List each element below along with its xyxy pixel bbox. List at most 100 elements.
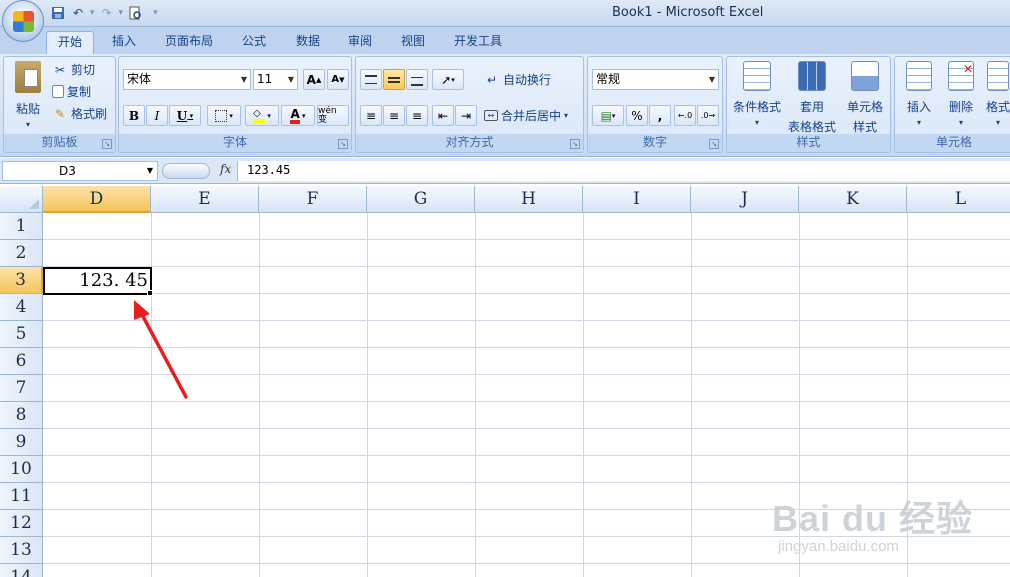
shrink-font-button[interactable]: A ▼ bbox=[327, 69, 349, 90]
increase-decimal-button[interactable]: ←.0 bbox=[674, 105, 696, 126]
wrap-text-button[interactable]: ↵ 自动换行 bbox=[484, 71, 551, 88]
row-header-9[interactable]: 9 bbox=[0, 429, 43, 456]
redo-icon[interactable]: ↷ bbox=[99, 5, 115, 21]
column-header-h[interactable]: H bbox=[475, 186, 583, 213]
comma-button[interactable]: , bbox=[649, 105, 671, 126]
row-header-6[interactable]: 6 bbox=[0, 348, 43, 375]
paste-icon bbox=[15, 61, 41, 93]
format-painter-button[interactable]: ✎ 格式刷 bbox=[52, 105, 107, 122]
middle-align-button[interactable] bbox=[383, 69, 405, 90]
tab-home[interactable]: 开始 bbox=[46, 31, 94, 54]
conditional-formatting-button[interactable]: 条件格式 ▾ bbox=[731, 61, 783, 127]
column-header-k[interactable]: K bbox=[799, 186, 907, 213]
fill-color-button[interactable]: ◇ ▾ bbox=[245, 105, 279, 126]
align-center-button[interactable]: ≡ bbox=[383, 105, 405, 126]
column-header-g[interactable]: G bbox=[367, 186, 475, 213]
name-box[interactable]: D3 ▼ bbox=[2, 161, 158, 181]
bottom-align-button[interactable] bbox=[406, 69, 428, 90]
column-header-j[interactable]: J bbox=[691, 186, 799, 213]
copy-button[interactable]: 复制 bbox=[52, 83, 91, 100]
undo-dropdown-icon[interactable]: ▾ bbox=[90, 8, 95, 18]
font-size-combo[interactable]: 11 ▼ bbox=[253, 69, 298, 90]
gridline bbox=[367, 213, 368, 577]
customize-icon[interactable]: ▾ bbox=[153, 8, 158, 18]
format-as-table-label-2: 表格格式 bbox=[787, 120, 836, 134]
row-header-4[interactable]: 4 bbox=[0, 294, 43, 321]
merge-center-button[interactable]: ↔ 合并后居中 ▾ bbox=[484, 107, 568, 124]
delete-cells-button[interactable]: ✕ 删除 ▾ bbox=[941, 61, 981, 127]
row-header-2[interactable]: 2 bbox=[0, 240, 43, 267]
tab-formulas[interactable]: 公式 bbox=[232, 31, 276, 54]
row-header-1[interactable]: 1 bbox=[0, 213, 43, 240]
gridline bbox=[43, 455, 1010, 456]
percent-button[interactable]: % bbox=[626, 105, 648, 126]
active-cell-d3[interactable]: 123. 45 bbox=[43, 267, 152, 295]
red-arrow-annotation bbox=[134, 300, 188, 399]
decrease-decimal-button[interactable]: .0→ bbox=[697, 105, 719, 126]
grow-font-button[interactable]: A ▲ bbox=[303, 69, 325, 90]
row-header-3[interactable]: 3 bbox=[0, 267, 43, 294]
name-box-value: D3 bbox=[59, 164, 76, 178]
row-header-5[interactable]: 5 bbox=[0, 321, 43, 348]
column-header-i[interactable]: I bbox=[583, 186, 691, 213]
align-left-button[interactable]: ≡ bbox=[360, 105, 382, 126]
tab-page-layout[interactable]: 页面布局 bbox=[158, 31, 220, 54]
underline-button[interactable]: U ▾ bbox=[169, 105, 201, 126]
accounting-format-button[interactable]: ▤ ▾ bbox=[592, 105, 624, 126]
delete-cells-icon: ✕ bbox=[948, 61, 974, 91]
cell-styles-button[interactable]: 单元格 样式 bbox=[841, 61, 889, 135]
alignment-launcher-icon[interactable]: ↘ bbox=[570, 139, 580, 149]
tab-data[interactable]: 数据 bbox=[286, 31, 330, 54]
column-header-e[interactable]: E bbox=[151, 186, 259, 213]
redo-dropdown-icon[interactable]: ▾ bbox=[119, 8, 124, 18]
tab-developer[interactable]: 开发工具 bbox=[444, 31, 512, 54]
row-header-12[interactable]: 12 bbox=[0, 510, 43, 537]
currency-icon: ▤ bbox=[600, 108, 612, 123]
bottom-align-icon bbox=[411, 77, 423, 86]
gridline bbox=[43, 266, 1010, 267]
office-button[interactable] bbox=[2, 0, 44, 42]
tab-view[interactable]: 视图 bbox=[391, 31, 435, 54]
bold-button[interactable]: B bbox=[123, 105, 145, 126]
number-launcher-icon[interactable]: ↘ bbox=[709, 139, 719, 149]
align-right-button[interactable]: ≡ bbox=[406, 105, 428, 126]
insert-cells-icon bbox=[906, 61, 932, 91]
number-format-combo[interactable]: 常规 ▼ bbox=[592, 69, 719, 90]
column-header-l[interactable]: L bbox=[907, 186, 1010, 213]
decrease-decimal-icon: .0→ bbox=[700, 111, 716, 120]
clipboard-launcher-icon[interactable]: ↘ bbox=[102, 139, 112, 149]
row-header-7[interactable]: 7 bbox=[0, 375, 43, 402]
formula-input[interactable]: 123.45 bbox=[237, 161, 1010, 181]
row-header-10[interactable]: 10 bbox=[0, 456, 43, 483]
italic-button[interactable]: I bbox=[146, 105, 168, 126]
cut-button[interactable]: ✂ 剪切 bbox=[52, 61, 95, 78]
paste-button[interactable]: 粘贴 ▾ bbox=[10, 61, 46, 129]
row-header-14[interactable]: 14 bbox=[0, 564, 43, 577]
increase-indent-button[interactable]: ⇥ bbox=[455, 105, 477, 126]
undo-icon[interactable]: ↶ bbox=[70, 5, 86, 21]
top-align-button[interactable] bbox=[360, 69, 382, 90]
save-icon[interactable] bbox=[50, 5, 66, 21]
phonetic-button[interactable]: wén 变 bbox=[317, 105, 349, 126]
decrease-indent-button[interactable]: ⇤ bbox=[432, 105, 454, 126]
format-as-table-button[interactable]: 套用 表格格式 bbox=[785, 61, 839, 135]
column-header-f[interactable]: F bbox=[259, 186, 367, 213]
orientation-button[interactable]: ➚ ▾ bbox=[432, 69, 464, 90]
format-as-table-icon bbox=[798, 61, 826, 91]
tab-insert[interactable]: 插入 bbox=[102, 31, 146, 54]
column-header-d[interactable]: D bbox=[43, 186, 151, 213]
borders-button[interactable]: ▾ bbox=[207, 105, 241, 126]
font-name-combo[interactable]: 宋体 ▼ bbox=[123, 69, 251, 90]
row-header-13[interactable]: 13 bbox=[0, 537, 43, 564]
number-format-value: 常规 bbox=[596, 72, 621, 86]
row-header-8[interactable]: 8 bbox=[0, 402, 43, 429]
font-launcher-icon[interactable]: ↘ bbox=[338, 139, 348, 149]
row-header-11[interactable]: 11 bbox=[0, 483, 43, 510]
insert-cells-button[interactable]: 插入 ▾ bbox=[899, 61, 939, 127]
tab-review[interactable]: 审阅 bbox=[338, 31, 382, 54]
font-color-button[interactable]: A ▾ bbox=[281, 105, 315, 126]
insert-function-icon[interactable]: fx bbox=[220, 162, 231, 176]
print-preview-icon[interactable] bbox=[127, 5, 143, 21]
format-cells-button[interactable]: 格式 ▾ bbox=[983, 61, 1010, 127]
select-all-button[interactable] bbox=[0, 186, 43, 213]
